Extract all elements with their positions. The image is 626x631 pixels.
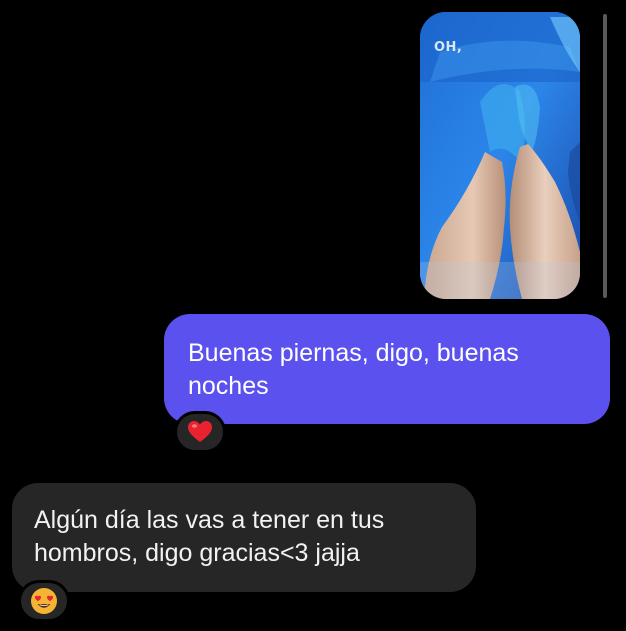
red-heart-icon bbox=[188, 421, 212, 442]
photo-caption: OH, bbox=[434, 40, 463, 55]
shared-photo[interactable]: OH, bbox=[420, 12, 580, 299]
sent-message-line-2: noches bbox=[188, 372, 269, 400]
sent-message-line-1: Buenas piernas, digo, buenas bbox=[188, 339, 519, 367]
received-message-line-2: hombros, digo gracias<3 jajja bbox=[34, 539, 360, 567]
reaction-badge-heart[interactable] bbox=[174, 411, 226, 453]
sent-message-bubble[interactable]: Buenas piernas, digo, buenas noches bbox=[164, 314, 610, 424]
scrollbar[interactable] bbox=[603, 14, 607, 298]
chat-thread: OH, Buenas piernas, digo, buenas noches … bbox=[0, 0, 626, 631]
received-message-line-1: Algún día las vas a tener en tus bbox=[34, 506, 385, 534]
heart-eyes-emoji-icon bbox=[31, 588, 57, 614]
received-message-bubble[interactable]: Algún día las vas a tener en tus hombros… bbox=[12, 483, 476, 592]
photo-legs-in-pool-image bbox=[420, 12, 580, 299]
reaction-badge-heart-eyes[interactable] bbox=[18, 580, 70, 622]
